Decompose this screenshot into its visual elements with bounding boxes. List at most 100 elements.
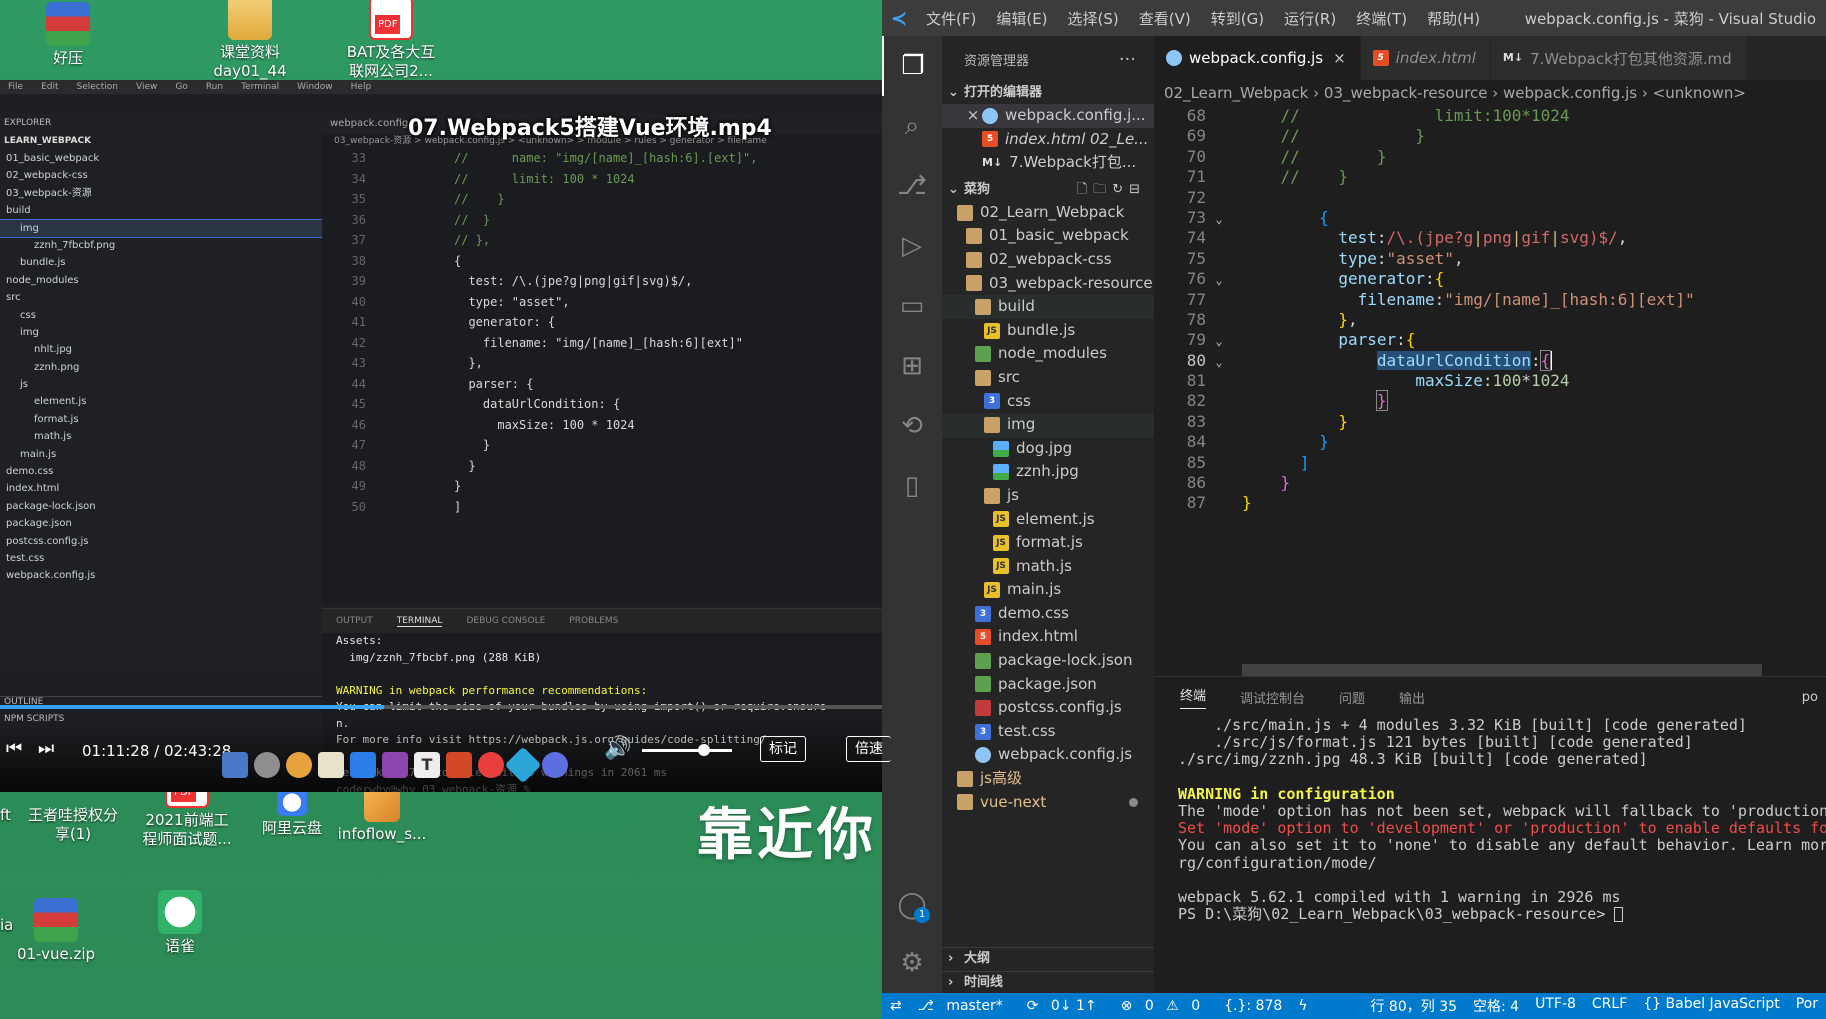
git-graph-icon[interactable]: ⟲ — [882, 396, 942, 456]
app-icon[interactable] — [222, 752, 248, 778]
new-folder-icon[interactable]: 🗀 — [1093, 182, 1112, 197]
editor-tab[interactable]: M↓ 7.Webpack打包其他资源.md — [1490, 36, 1747, 80]
open-editor-item[interactable]: 5 index.html 02_Le... — [942, 128, 1154, 152]
tree-item[interactable]: js高级 — [942, 767, 1154, 791]
notes-icon[interactable] — [318, 752, 344, 778]
line-ending[interactable]: CRLF — [1584, 996, 1635, 1016]
onenote-icon[interactable] — [382, 752, 408, 778]
desktop-icon-wangzhe[interactable]: 王者哇授权分 享(1) — [18, 806, 128, 844]
app-icon[interactable] — [478, 752, 504, 778]
more-actions-icon[interactable]: ··· — [1119, 49, 1154, 70]
tree-item[interactable]: 3 test.css — [942, 720, 1154, 744]
collapse-all-icon[interactable]: ⊟ — [1129, 182, 1146, 197]
menu-item[interactable]: 查看(V) — [1129, 8, 1201, 29]
code-area[interactable]: 68 // limit:100*1024 69 // } 70 // } 71 … — [1154, 106, 1826, 514]
menu-item[interactable]: 运行(R) — [1274, 8, 1346, 29]
menu-item[interactable]: 帮助(H) — [1417, 8, 1490, 29]
tree-item[interactable]: node_modules — [942, 342, 1154, 366]
tree-item[interactable]: package-lock.json — [942, 649, 1154, 673]
tree-item[interactable]: dog.jpg — [942, 437, 1154, 461]
tree-item[interactable]: 02_Learn_Webpack — [942, 201, 1154, 225]
panel-tab[interactable]: 调试控制台 — [1240, 688, 1305, 707]
timeline-header[interactable]: › 时间线 — [942, 971, 1154, 993]
language-mode[interactable]: {} Babel JavaScript — [1635, 996, 1787, 1016]
volume-knob[interactable] — [697, 744, 710, 756]
powerpoint-icon[interactable] — [446, 752, 472, 778]
tree-item[interactable]: JS math.js — [942, 555, 1154, 579]
horizontal-scrollbar[interactable] — [1242, 664, 1762, 676]
video-player[interactable]: File Edit Selection View Go Run Terminal Window… — [0, 80, 882, 792]
explorer-icon[interactable]: ❐ — [882, 36, 942, 96]
menu-item[interactable]: 选择(S) — [1058, 8, 1129, 29]
status-tail[interactable]: Por — [1788, 996, 1826, 1016]
desktop-icon-haoya[interactable]: 好压 — [18, 2, 118, 68]
close-icon[interactable]: × — [964, 104, 982, 128]
menu-item[interactable]: 编辑(E) — [986, 8, 1057, 29]
terminal-profile[interactable]: po — [1802, 690, 1826, 705]
volume-slider[interactable] — [642, 744, 732, 756]
panel-tab[interactable]: 输出 — [1399, 688, 1425, 707]
desktop-icon-yuque[interactable]: 语雀 — [130, 890, 230, 956]
panel-tab[interactable]: 终端 — [1180, 685, 1207, 709]
search-icon[interactable]: ⌕ — [882, 96, 942, 156]
extensions-icon[interactable]: ⊞ — [882, 336, 942, 396]
source-control-icon[interactable]: ⎇ — [882, 156, 942, 216]
tree-item[interactable]: 3 css — [942, 390, 1154, 414]
refresh-icon[interactable]: ↻ — [1112, 182, 1129, 197]
account-icon[interactable]: ◯ 1 — [882, 875, 942, 935]
close-tab-icon[interactable]: × — [1333, 49, 1346, 67]
previous-icon[interactable]: ⏮ — [6, 738, 22, 759]
tree-item[interactable]: 03_webpack-resource — [942, 272, 1154, 296]
desktop-icon-interview-pdf[interactable]: 2021前端工 程师面试题... — [132, 783, 242, 849]
status-extra[interactable]: {.}: 878 — [1216, 998, 1290, 1014]
remote-explorer-icon[interactable]: ▭ — [882, 276, 942, 336]
fold-chevron-icon[interactable]: ⌄ — [1206, 209, 1232, 229]
desktop-icon-aliyun[interactable]: 阿里云盘 — [242, 786, 342, 838]
fold-chevron-icon[interactable]: ⌄ — [1206, 270, 1232, 290]
code-editor[interactable]: webpack.config.js × 5 index.html M↓ 7.Webpack… — [1154, 36, 1826, 676]
desktop-icon-bat-pdf[interactable]: BAT及各大互 联网公司2... — [336, 0, 446, 81]
tree-item[interactable]: zznh.jpg — [942, 460, 1154, 484]
run-debug-icon[interactable]: ▷ — [882, 216, 942, 276]
tree-item[interactable]: 5 index.html — [942, 625, 1154, 649]
chrome-icon[interactable] — [286, 752, 312, 778]
tree-item[interactable]: JS bundle.js — [942, 319, 1154, 343]
speed-button[interactable]: 倍速 — [846, 736, 891, 762]
mark-button[interactable]: 标记 — [760, 736, 806, 762]
open-editor-item[interactable]: M↓ 7.Webpack打包... — [942, 151, 1154, 175]
typora-icon[interactable]: T — [414, 752, 440, 778]
fold-chevron-icon[interactable]: ⌄ — [1206, 352, 1232, 372]
tree-item[interactable]: 3 demo.css — [942, 602, 1154, 626]
tree-item[interactable]: webpack.config.js — [942, 743, 1154, 767]
indent-setting[interactable]: 空格: 4 — [1465, 996, 1527, 1016]
problems-status[interactable]: ⊗ 0 ⚠ 0 — [1113, 998, 1216, 1014]
tree-item[interactable]: 01_basic_webpack — [942, 224, 1154, 248]
app-icon[interactable] — [254, 752, 280, 778]
desktop-icon-infoflow[interactable]: infoflow_s... — [332, 786, 432, 844]
tree-item[interactable]: JS element.js — [942, 508, 1154, 532]
terminal-prompt[interactable]: PS D:\菜狗\02_Learn_Webpack\03_webpack-res… — [1178, 905, 1826, 923]
menu-item[interactable]: 终端(T) — [1346, 8, 1417, 29]
app-icon[interactable] — [542, 752, 568, 778]
breadcrumb-item[interactable]: 03_webpack-resource — [1324, 84, 1488, 102]
editor-tab[interactable]: 5 index.html — [1360, 36, 1491, 80]
sync-status[interactable]: ⟳ 0↓ 1↑ — [1019, 998, 1113, 1014]
tree-item[interactable]: package.json — [942, 673, 1154, 697]
lightning-icon[interactable]: ϟ — [1290, 998, 1315, 1014]
video-progress-bar[interactable] — [0, 705, 882, 709]
panel-tab[interactable]: 问题 — [1339, 688, 1365, 707]
workspace-header[interactable]: ⌄ 菜狗 🗋🗀↻⊟ — [942, 179, 1154, 201]
tree-item[interactable]: postcss.config.js — [942, 696, 1154, 720]
tree-item[interactable]: img — [942, 413, 1154, 437]
branch-status[interactable]: ⎇ master* — [910, 998, 1019, 1014]
editor-tab[interactable]: webpack.config.js × — [1154, 36, 1361, 80]
tree-item[interactable]: vue-next — [942, 791, 1154, 815]
desktop-icon-vue-zip[interactable]: 01-vue.zip — [6, 898, 106, 964]
volume-icon[interactable]: 🔊 — [604, 736, 631, 761]
menu-item[interactable]: 转到(G) — [1201, 8, 1274, 29]
tree-item[interactable]: src — [942, 366, 1154, 390]
bookmark-icon[interactable]: ▯ — [882, 456, 942, 516]
fold-chevron-icon[interactable]: ⌄ — [1206, 331, 1232, 351]
menu-item[interactable]: 文件(F) — [916, 8, 986, 29]
next-icon[interactable]: ⏭ — [38, 738, 54, 759]
